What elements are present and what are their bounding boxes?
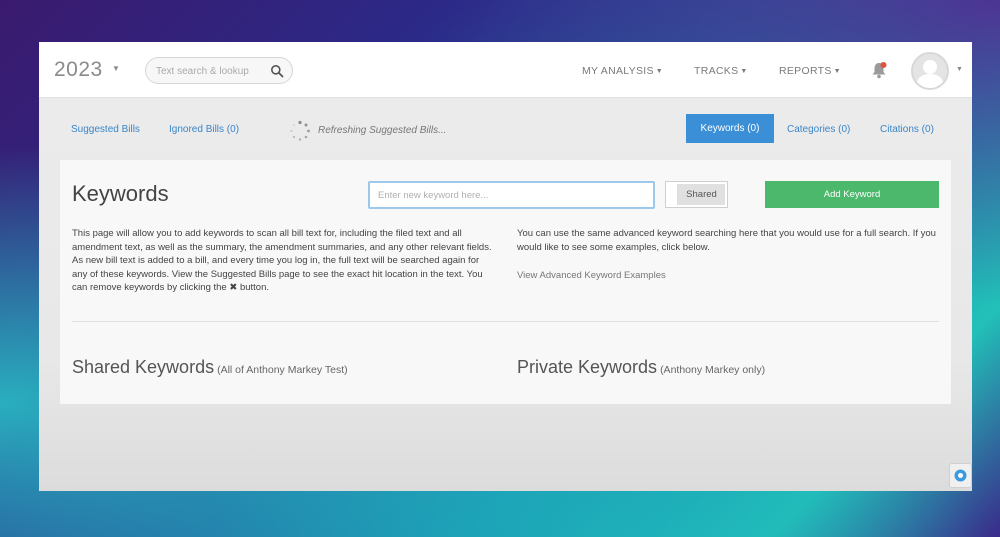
user-silhouette-icon: [916, 60, 944, 88]
bell-icon[interactable]: [871, 61, 887, 79]
caret-down-icon[interactable]: ▼: [112, 64, 120, 73]
divider: [72, 321, 939, 322]
nav-my-analysis-label: MY ANALYSIS: [582, 65, 654, 77]
nav-tracks[interactable]: TRACKS ▼: [694, 65, 748, 77]
loading-spinner-icon: [290, 120, 310, 141]
nav-tracks-label: TRACKS: [694, 65, 739, 77]
nav-my-analysis[interactable]: MY ANALYSIS ▼: [582, 65, 663, 77]
nav-reports[interactable]: REPORTS ▼: [779, 65, 841, 77]
private-keywords-title: Private Keywords: [517, 357, 658, 377]
shared-keywords-heading: Shared Keywords (All of Anthony Markey Te…: [72, 357, 348, 378]
top-navbar: 2023 ▼ MY ANALYSIS▼ TRACKS▼ REPORTS▼ ▼: [39, 42, 972, 98]
caret-down-icon: ▼: [833, 68, 841, 75]
private-keywords-heading: Private Keywords (Anthony Markey only): [517, 357, 765, 378]
tab-keywords[interactable]: Keywords (0): [686, 114, 774, 143]
private-keywords-owner: (Anthony Markey only): [660, 364, 766, 376]
shared-keywords-title: Shared Keywords: [72, 357, 215, 377]
suggested-bills-link[interactable]: Suggested Bills: [71, 124, 140, 135]
advanced-examples-link[interactable]: View Advanced Keyword Examples: [517, 270, 666, 281]
avatar[interactable]: [911, 52, 949, 90]
app-window: 2023 ▼ MY ANALYSIS▼ TRACKS▼ REPORTS▼ ▼ S…: [39, 42, 972, 491]
caret-down-icon: ▼: [655, 68, 664, 75]
caret-down-icon[interactable]: ▼: [956, 66, 963, 73]
toggle-knob: [668, 184, 678, 205]
advanced-search-description: You can use the same advanced keyword se…: [517, 228, 936, 253]
add-keyword-button[interactable]: Add Keyword: [765, 181, 939, 208]
search-box[interactable]: [145, 57, 293, 84]
search-icon[interactable]: [270, 64, 284, 78]
search-input[interactable]: [156, 63, 268, 79]
shared-keywords-owner: (All of Anthony Markey Test): [217, 364, 348, 376]
help-widget-button[interactable]: [949, 463, 972, 488]
tab-citations[interactable]: Citations (0): [880, 124, 934, 135]
shared-toggle[interactable]: Shared: [665, 181, 728, 208]
caret-down-icon: ▼: [740, 68, 748, 75]
help-bubble-icon: [954, 469, 967, 482]
year-selector[interactable]: 2023: [54, 58, 103, 82]
keywords-panel: Keywords Shared Add Keyword This page wi…: [60, 160, 951, 404]
ignored-bills-link[interactable]: Ignored Bills (0): [169, 124, 239, 135]
refresh-status: Refreshing Suggested Bills...: [318, 125, 447, 136]
shared-toggle-label: Shared: [678, 184, 725, 205]
tab-categories[interactable]: Categories (0): [787, 124, 850, 135]
keyword-input[interactable]: [368, 181, 655, 209]
nav-reports-label: REPORTS: [779, 65, 832, 77]
keywords-description: This page will allow you to add keywords…: [72, 228, 492, 293]
page-title: Keywords: [72, 181, 169, 206]
